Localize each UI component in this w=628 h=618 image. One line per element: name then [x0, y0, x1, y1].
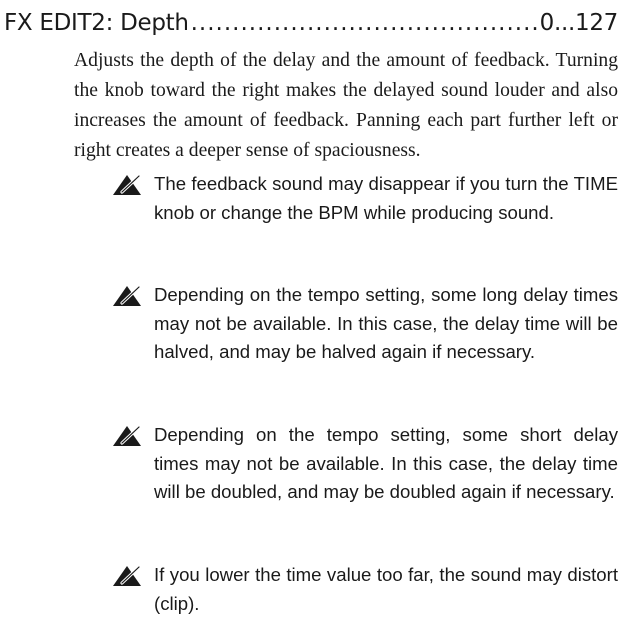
section-heading: FX EDIT2: Depth ........................… [4, 10, 618, 36]
note-icon [113, 285, 141, 306]
note-text: Depending on the tempo setting, some sho… [154, 424, 618, 502]
parameter-name: FX EDIT2: Depth [4, 10, 189, 36]
note-icon [113, 565, 141, 586]
note-icon [113, 174, 141, 195]
note-item: The feedback sound may disappear if you … [112, 170, 618, 227]
note-item: If you lower the time value too far, the… [112, 561, 618, 618]
dot-leader: ........................................… [190, 10, 538, 36]
note-text: If you lower the time value too far, the… [154, 564, 618, 614]
note-item: Depending on the tempo setting, some sho… [112, 421, 618, 507]
note-text: The feedback sound may disappear if you … [154, 173, 618, 223]
parameter-range: 0...127 [539, 10, 619, 36]
note-text: Depending on the tempo setting, some lon… [154, 284, 618, 362]
description-paragraph: Adjusts the depth of the delay and the a… [74, 50, 618, 161]
note-item: Depending on the tempo setting, some lon… [112, 281, 618, 367]
note-icon [113, 425, 141, 446]
